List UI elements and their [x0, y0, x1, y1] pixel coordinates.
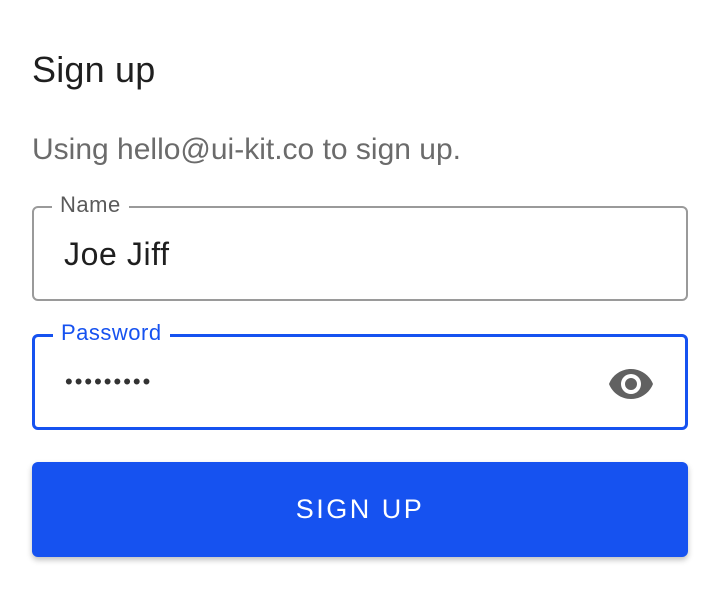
password-field-value[interactable]: ••••••••• — [65, 362, 152, 402]
page-title: Sign up — [32, 49, 156, 90]
name-field-value[interactable]: Joe Jiff — [64, 234, 170, 274]
password-field[interactable]: Password ••••••••• — [32, 319, 688, 430]
password-field-label: Password — [53, 319, 170, 347]
name-field-label: Name — [52, 191, 129, 219]
signup-subtitle: Using hello@ui-kit.co to sign up. — [32, 133, 461, 166]
signup-form: Sign up Using hello@ui-kit.co to sign up… — [0, 0, 720, 606]
sign-up-button[interactable]: SIGN UP — [32, 462, 688, 557]
eye-icon[interactable] — [607, 363, 655, 403]
name-field[interactable]: Name Joe Jiff — [32, 191, 688, 301]
